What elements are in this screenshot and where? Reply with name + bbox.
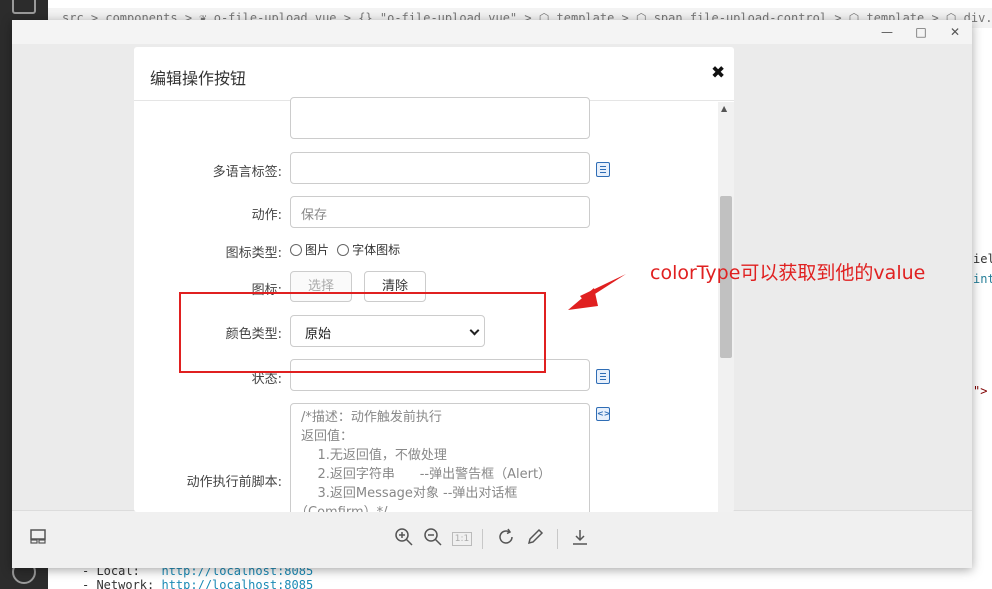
code-fragment: "> (973, 384, 988, 398)
description-textarea[interactable] (290, 97, 590, 139)
viewer-titlebar: — □ ✕ (12, 20, 972, 44)
code-peek: iel int "> (973, 28, 992, 560)
icon-type-label: 图标类型: (225, 246, 282, 261)
pre-script-line: 3.返回Message对象 --弹出对话框 (301, 486, 518, 501)
edit-icon[interactable] (523, 527, 547, 551)
code-fragment: int (973, 272, 992, 286)
terminal-network-label: - Network: (82, 578, 155, 589)
annotation-highlight-box (179, 292, 546, 373)
rotate-icon[interactable] (494, 527, 518, 551)
edit-icon[interactable] (596, 162, 610, 177)
dialog-title: 编辑操作按钮 (150, 69, 247, 88)
actual-size-icon[interactable]: 1:1 (450, 527, 474, 551)
dialog-scrollbar[interactable]: ▲ (718, 102, 734, 512)
annotation-text: colorType可以获取到他的value (650, 262, 926, 284)
multilang-input[interactable] (290, 152, 590, 184)
radio-font-icon-label: 字体图标 (352, 243, 401, 257)
pre-script-label: 动作执行前脚本: (186, 475, 282, 490)
multilang-label: 多语言标签: (212, 165, 282, 180)
scroll-up-icon[interactable]: ▲ (721, 104, 727, 113)
close-window-button[interactable]: ✕ (946, 23, 964, 41)
close-icon[interactable]: ✖ (711, 63, 725, 83)
action-label: 动作: (251, 208, 282, 223)
zoom-in-icon[interactable] (392, 527, 416, 551)
toolbar-separator (557, 529, 558, 549)
edit-action-button-dialog: 编辑操作按钮 ✖ ▲ 多语言标签: 动作: 保存 图标类型: 图片 字体图标 图… (134, 47, 734, 512)
pre-script-line: 返回值： (301, 429, 354, 444)
pre-script-line: /*描述：动作触发前执行 (301, 410, 442, 425)
pre-script-textarea[interactable]: /*描述：动作触发前执行 返回值： 1.无返回值，不做处理 2.返回字符串 --… (290, 403, 590, 512)
dialog-header: 编辑操作按钮 ✖ (134, 47, 734, 101)
radio-font-icon[interactable] (337, 244, 350, 256)
code-icon[interactable]: <> (596, 407, 610, 421)
zoom-out-icon[interactable] (421, 527, 445, 551)
edit-icon[interactable] (596, 369, 610, 384)
radio-image[interactable] (290, 244, 302, 256)
maximize-button[interactable]: □ (912, 23, 930, 41)
layout-icon[interactable] (26, 527, 50, 551)
action-value: 保存 (301, 208, 328, 223)
icon-type-radio-group: 图片 字体图标 (290, 241, 404, 258)
code-fragment: iel (973, 252, 992, 266)
minimize-button[interactable]: — (878, 23, 896, 41)
download-icon[interactable] (568, 527, 592, 551)
pre-script-line: 2.返回字符串 --弹出警告框（Alert） (301, 467, 552, 482)
action-input[interactable]: 保存 (290, 196, 590, 228)
actual-size-label: 1:1 (451, 532, 473, 546)
viewer-toolbar: 1:1 (12, 510, 972, 568)
explorer-icon[interactable] (12, 0, 36, 14)
pre-script-line: （Comfirm）*/ (295, 501, 388, 512)
toolbar-separator (482, 529, 483, 549)
radio-image-label: 图片 (305, 243, 330, 257)
annotation-arrow-icon (568, 274, 626, 310)
terminal-network-url[interactable]: http://localhost:8085 (161, 578, 313, 589)
pre-script-line: 1.无返回值，不做处理 (301, 448, 447, 463)
